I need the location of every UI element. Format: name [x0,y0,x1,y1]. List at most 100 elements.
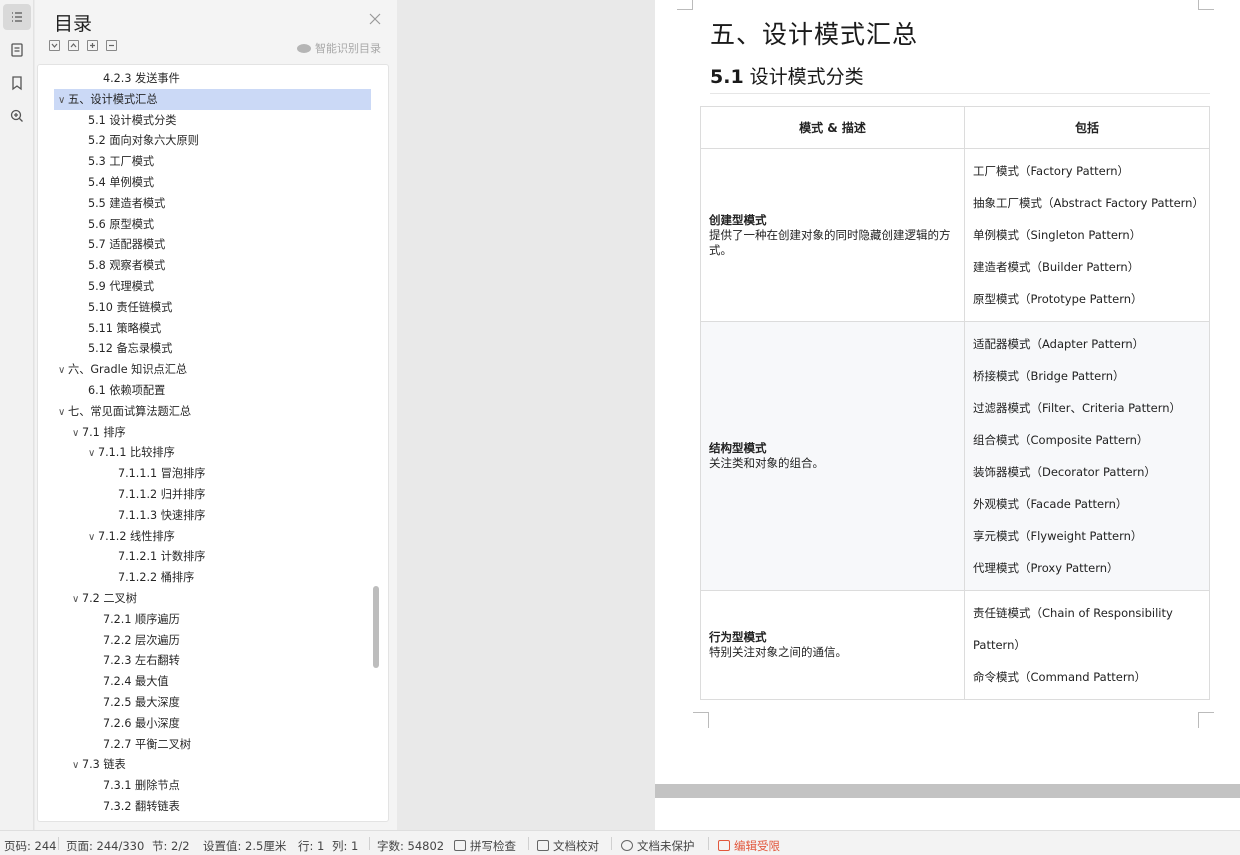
heading-2-number: 5.1 [710,66,744,88]
toc-item[interactable]: 7.1.1.2 归并排序 [38,484,372,505]
toc-item[interactable]: 7.3.1 删除节点 [38,775,372,796]
toc-item[interactable]: 5.12 备忘录模式 [38,338,372,359]
chevron-down-icon[interactable]: ∨ [72,755,82,776]
toc-item-label: 6.1 依赖项配置 [88,384,166,397]
chevron-down-icon[interactable]: ∨ [58,360,68,381]
toc-item[interactable]: 7.2.1 顺序遍历 [38,609,372,630]
search-icon[interactable] [3,103,31,129]
toc-item[interactable]: ∨ 7.2 二叉树 [38,588,372,609]
heading-2-text: 设计模式分类 [749,66,864,88]
collapse-icon[interactable] [106,40,117,51]
toc-item[interactable]: 7.3.2 翻转链表 [38,796,372,817]
toc-item[interactable]: ∨ 7.1.1 比较排序 [38,442,372,463]
toc-item[interactable]: 5.3 工厂模式 [38,151,372,172]
chevron-down-icon[interactable]: ∨ [88,443,98,464]
chevron-down-icon[interactable]: ∨ [58,90,68,111]
toc-item[interactable]: 7.2.2 层次遍历 [38,630,372,651]
table-row: 行为型模式 特别关注对象之间的通信。 责任链模式（Chain of Respon… [700,590,1210,700]
toc-item[interactable]: 7.1.1.1 冒泡排序 [38,463,372,484]
chevron-down-icon[interactable]: ∨ [72,589,82,610]
document-icon[interactable] [3,37,31,63]
doc-proof-icon [537,840,549,851]
edit-restrict-button[interactable]: 编辑受限 [718,838,780,854]
page-corner-mark [677,0,693,10]
toc-item-label: 5.1 设计模式分类 [88,113,177,127]
toc-title: 目录 [54,13,93,35]
toc-item-label: 五、设计模式汇总 [68,92,158,106]
toc-item[interactable]: 7.2.6 最小深度 [38,713,372,734]
toc-item[interactable]: 7.1.1.3 快速排序 [38,505,372,526]
spell-check-button[interactable]: 拼写检查 [454,838,516,854]
category-name: 行为型模式 [709,630,767,644]
lock-icon [718,840,730,851]
status-section: 节: 2/2 [152,839,190,853]
bookmark-icon[interactable] [3,70,31,96]
document-page: 五、设计模式汇总 5.1 设计模式分类 模式 & 描述 包括 创建型模式 提供了一… [655,0,1240,784]
status-word-count[interactable]: 字数: 54802 [377,838,444,854]
spell-check-label: 拼写检查 [470,839,516,853]
toc-item[interactable]: 7.2.3 左右翻转 [38,650,372,671]
smart-toc-button[interactable]: 智能识别目录 [297,40,381,56]
toc-item-label: 7.3.2 翻转链表 [103,800,180,813]
toc-scrollbar[interactable] [373,586,379,668]
close-icon[interactable] [368,12,382,26]
toc-item[interactable]: ∨ 六、Gradle 知识点汇总 [38,359,372,380]
chevron-down-icon[interactable]: ∨ [88,527,98,548]
toc-item[interactable]: 6.1 依赖项配置 [38,380,372,401]
toc-item-label: 5.4 单例模式 [88,176,155,189]
pattern-item: 责任链模式（Chain of Responsibility [973,606,1173,620]
status-page-total[interactable]: 页面: 244/330 [66,838,144,854]
toc-item[interactable]: ∨ 7.3 链表 [38,754,372,775]
toc-item[interactable]: 7.1.2.2 桶排序 [38,567,372,588]
toc-item-label: 7.1.1 比较排序 [98,446,175,460]
toc-item[interactable]: ∨ 七、常见面试算法题汇总 [38,401,372,422]
doc-proof-button[interactable]: 文档校对 [537,838,599,854]
doc-protect-button[interactable]: 文档未保护 [621,838,695,854]
toc-item-label: 7.2 二叉树 [82,592,137,605]
category-cell: 结构型模式 关注类和对象的组合。 [700,321,965,591]
collapse-up-icon[interactable] [68,40,79,51]
toc-item[interactable]: 7.1.2.1 计数排序 [38,546,372,567]
category-cell: 创建型模式 提供了一种在创建对象的同时隐藏创建逻辑的方式。 [700,148,965,322]
toc-item[interactable]: 5.5 建造者模式 [38,193,372,214]
chevron-down-icon[interactable]: ∨ [58,402,68,423]
toc-item-label: 5.3 工厂模式 [88,155,155,169]
toc-icon[interactable] [3,4,31,30]
edit-restrict-label: 编辑受限 [734,839,780,853]
toc-item[interactable]: 5.4 单例模式 [38,172,372,193]
toc-item[interactable]: 5.7 适配器模式 [38,234,372,255]
status-page-code[interactable]: 页码: 244 [4,838,56,854]
toc-panel: 目录 智能识别目录 4.2.3 发送事件 ∨ 五、设计模式汇总 5.1 设计模式分类 5… [35,0,397,830]
pattern-item: 抽象工厂模式（Abstract Factory Pattern） [973,196,1204,210]
next-page [655,798,1240,830]
toc-item[interactable]: ∨ 7.1.2 线性排序 [38,526,372,547]
chevron-down-icon[interactable]: ∨ [72,423,82,444]
status-setting[interactable]: 设置值: 2.5厘米 [203,838,286,854]
toc-item[interactable]: 5.2 面向对象六大原则 [38,130,372,151]
toc-item-label: 7.1.2.1 计数排序 [118,550,206,564]
toc-item[interactable]: 7.2.4 最大值 [38,671,372,692]
toc-item[interactable]: ∨ 7.1 排序 [38,422,372,443]
toc-item-label: 7.1.2.2 桶排序 [118,571,195,585]
heading-rule [710,93,1210,94]
toc-item-label: 7.3 链表 [82,758,126,772]
document-background [397,0,655,830]
toc-item[interactable]: 5.10 责任链模式 [38,297,372,318]
collapse-down-icon[interactable] [49,40,60,51]
patterns-cell: 责任链模式（Chain of Responsibility Pattern） 命… [964,590,1210,700]
toc-item[interactable]: 7.2.5 最大深度 [38,692,372,713]
toc-item[interactable]: 7.2.7 平衡二叉树 [38,734,372,755]
pattern-item: 代理模式（Proxy Pattern） [973,561,1119,575]
pattern-item: 建造者模式（Builder Pattern） [973,260,1140,274]
toc-item[interactable]: 5.11 策略模式 [38,318,372,339]
toc-item[interactable]: 5.6 原型模式 [38,214,372,235]
pattern-item: 装饰器模式（Decorator Pattern） [973,465,1156,479]
toc-item[interactable]: 5.9 代理模式 [38,276,372,297]
toc-item[interactable]: 5.1 设计模式分类 [38,110,372,131]
category-name: 创建型模式 [709,212,767,227]
expand-icon[interactable] [87,40,98,51]
toc-item[interactable]: 4.2.3 发送事件 [38,68,372,89]
pattern-item: 工厂模式（Factory Pattern） [973,164,1130,178]
toc-item[interactable]: 5.8 观察者模式 [38,255,372,276]
toc-item[interactable]: ∨ 五、设计模式汇总 [54,88,371,111]
